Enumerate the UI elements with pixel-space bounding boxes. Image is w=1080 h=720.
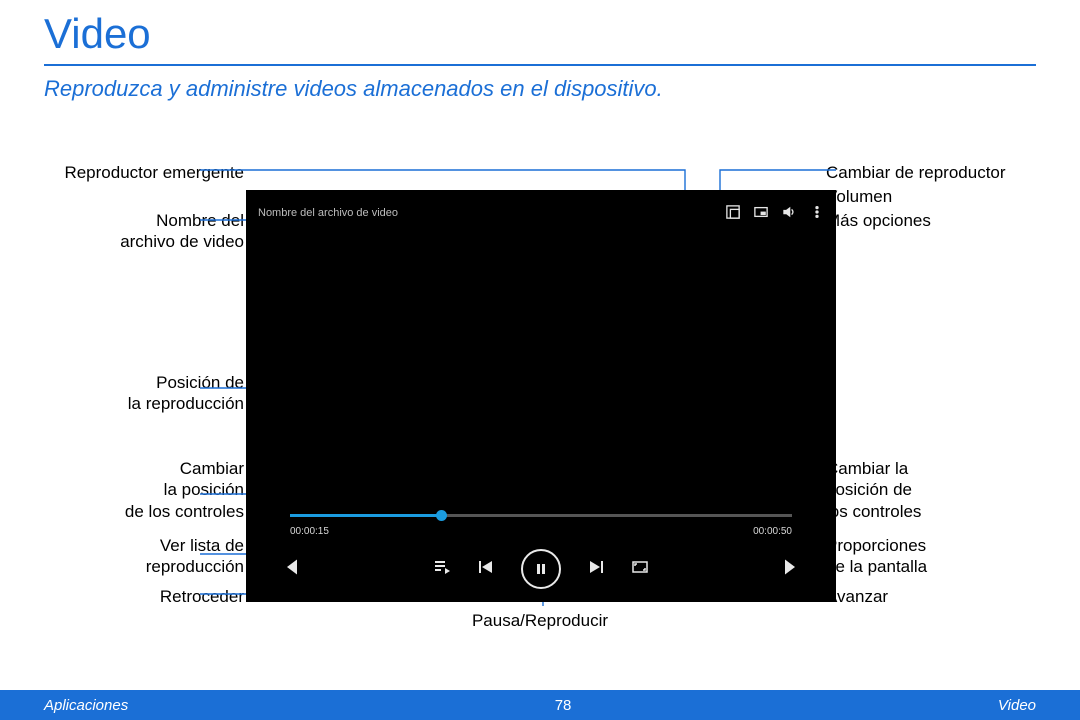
video-player-screenshot: Nombre del archivo de video 00:0 [246,190,836,602]
label-rewind: Retroceder [160,586,244,607]
move-controls-left-button[interactable] [282,557,302,582]
seek-bar[interactable]: 00:00:15 00:00:50 [290,506,792,536]
footer-section: Aplicaciones [44,697,128,714]
forward-button[interactable] [587,558,605,581]
aspect-ratio-icon[interactable] [631,558,649,581]
volume-icon[interactable] [782,205,796,222]
label-switch-player: Cambiar de reproductor [826,162,1006,183]
time-total: 00:00:50 [753,526,792,537]
label-playback-position: Posición de la reproducción [128,372,244,415]
label-playlist: Ver lista de reproducción [146,535,244,578]
seek-thumb[interactable] [436,510,447,521]
label-move-controls-right: Cambiar la posición de los controles [826,458,921,522]
footer-topic: Video [998,697,1036,714]
label-pause-play: Pausa/Reproducir [0,610,1080,631]
popup-player-icon[interactable] [726,205,740,222]
time-current: 00:00:15 [290,526,329,537]
more-options-icon[interactable] [810,205,824,222]
pause-play-button[interactable] [521,549,561,589]
label-screen-ratio: Proporciones de la pantalla [826,535,927,578]
footer-page-number: 78 [128,697,998,714]
player-filename-overlay: Nombre del archivo de video [258,207,726,219]
page-footer: Aplicaciones 78 Video [0,690,1080,720]
label-popup-player: Reproductor emergente [64,162,244,183]
move-controls-right-button[interactable] [780,557,800,582]
diagram-area: Reproductor emergente Nombre del archivo… [0,140,1080,680]
switch-player-icon[interactable] [754,205,768,222]
label-video-filename: Nombre del archivo de video [120,210,244,253]
rewind-button[interactable] [477,558,495,581]
label-more-options: Más opciones [826,210,931,231]
page-subtitle: Reproduzca y administre videos almacenad… [0,66,1080,102]
label-move-controls-left: Cambiar la posición de los controles [125,458,244,522]
page-title: Video [0,0,1080,58]
playlist-icon[interactable] [433,558,451,581]
